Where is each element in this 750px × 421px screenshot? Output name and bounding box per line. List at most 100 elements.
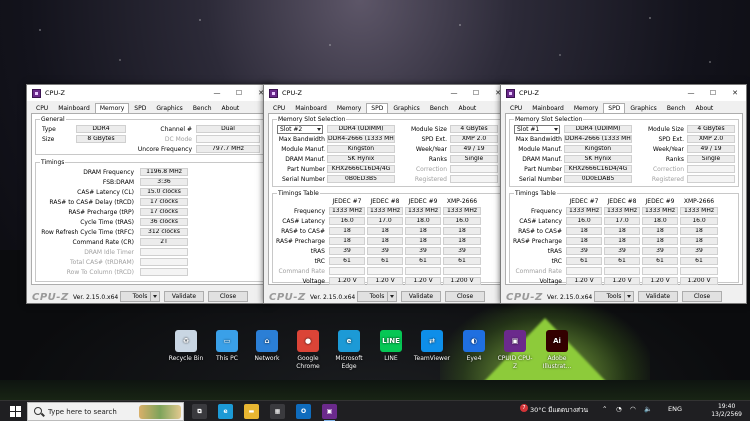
desktop-icon-label: Adobe Illustrat...	[542, 355, 572, 370]
desktop-icon-network[interactable]: ⌂ Network	[248, 330, 286, 363]
desktop-icon-edge[interactable]: e Microsoft Edge	[330, 330, 368, 371]
cell: 39	[405, 247, 441, 255]
cell: 39	[680, 247, 718, 255]
maximize-button[interactable]: ☐	[702, 85, 724, 101]
tab-mainboard[interactable]: Mainboard	[290, 103, 332, 113]
tab-bench[interactable]: Bench	[425, 103, 454, 113]
desktop-icon-illustrator[interactable]: Ai Adobe Illustrat...	[538, 330, 576, 371]
tab-mainboard[interactable]: Mainboard	[527, 103, 569, 113]
volume-icon[interactable]: 🔈	[644, 405, 652, 413]
cpuz-app-icon	[506, 88, 515, 98]
task-view-icon[interactable]: ⧉	[192, 404, 207, 419]
desktop-icon-recycle-bin[interactable]: ♻ Recycle Bin	[167, 330, 205, 363]
tab-graphics[interactable]: Graphics	[625, 103, 662, 113]
wifi-icon[interactable]: ◠	[630, 405, 636, 413]
minimize-button[interactable]: —	[680, 85, 702, 101]
tab-spd[interactable]: SPD	[603, 103, 626, 113]
desktop-icon-cpuz[interactable]: ▣ CPUID CPU-Z	[496, 330, 534, 371]
tab-cpu[interactable]: CPU	[31, 103, 53, 113]
tools-label: Tools	[369, 293, 385, 300]
cell	[443, 267, 481, 275]
timing-label: DRAM Idle Timer	[84, 249, 134, 256]
timing-value	[140, 248, 188, 256]
slot-value: 0B0ED3B5	[327, 175, 395, 183]
tab-bench[interactable]: Bench	[188, 103, 217, 113]
title-bar[interactable]: CPU-Z — ☐ ✕	[501, 85, 746, 101]
slot-select[interactable]: Slot #2	[277, 125, 323, 134]
notification-chevron-icon[interactable]: ⌃	[602, 405, 607, 413]
tab-memory[interactable]: Memory	[332, 103, 366, 113]
tab-bench[interactable]: Bench	[662, 103, 691, 113]
desktop-icon-teamviewer[interactable]: ⇄ TeamViewer	[413, 330, 451, 363]
weather-text[interactable]: 30°C มีแดดบางส่วน	[530, 405, 588, 415]
cell: 61	[443, 257, 481, 265]
cpuz-window-spd-slot2[interactable]: CPU-Z — ☐ ✕ CPU Mainboard Memory SPD Gra…	[263, 84, 510, 304]
search-highlight-image	[139, 405, 181, 419]
tab-graphics[interactable]: Graphics	[388, 103, 425, 113]
edge-taskbar-icon[interactable]: e	[218, 404, 233, 419]
chevron-down-icon	[624, 292, 633, 301]
store-icon[interactable]: ▦	[270, 404, 285, 419]
desktop-icon-eye4[interactable]: ◐ Eye4	[455, 330, 493, 363]
version-text: Ver. 2.15.0.x64	[547, 294, 593, 301]
cpuz-window-spd-slot1[interactable]: CPU-Z — ☐ ✕ CPU Mainboard Memory SPD Gra…	[500, 84, 747, 304]
slot-label: Max Bandwidth	[515, 136, 562, 143]
desktop-icon-line[interactable]: LINE LINE	[372, 330, 410, 363]
language-indicator[interactable]: ENG	[668, 405, 682, 413]
desktop-icon-computer[interactable]: ▭ This PC	[208, 330, 246, 363]
minimize-button[interactable]: —	[206, 85, 228, 101]
cpuz-taskbar-icon[interactable]: ▣	[322, 404, 337, 419]
tools-button[interactable]: Tools	[357, 291, 397, 302]
clock-date: 13/2/2569	[711, 411, 742, 418]
cell: 1.20 V	[604, 277, 640, 285]
taskbar-clock[interactable]: 19:40 13/2/2569	[711, 403, 742, 419]
cpuz-window-memory[interactable]: CPU-Z — ☐ ✕ CPU Mainboard Memory SPD Gra…	[26, 84, 273, 304]
tab-spd[interactable]: SPD	[366, 103, 389, 113]
title-bar[interactable]: CPU-Z — ☐ ✕	[27, 85, 272, 101]
close-button[interactable]: Close	[445, 291, 485, 302]
tab-memory[interactable]: Memory	[569, 103, 603, 113]
outlook-icon[interactable]: O	[296, 404, 311, 419]
tab-about[interactable]: About	[691, 103, 719, 113]
file-explorer-icon[interactable]: ▬	[244, 404, 259, 419]
maximize-button[interactable]: ☐	[465, 85, 487, 101]
tab-mainboard[interactable]: Mainboard	[53, 103, 95, 113]
tab-about[interactable]: About	[454, 103, 482, 113]
tab-graphics[interactable]: Graphics	[151, 103, 188, 113]
close-button[interactable]: Close	[208, 291, 248, 302]
close-button[interactable]: Close	[682, 291, 722, 302]
tools-button[interactable]: Tools	[120, 291, 160, 302]
desktop-icon-chrome[interactable]: ● Google Chrome	[289, 330, 327, 371]
cell: 1333 MHz	[680, 207, 718, 215]
tools-button[interactable]: Tools	[594, 291, 634, 302]
start-button[interactable]	[10, 406, 21, 417]
row-label: Frequency	[294, 208, 325, 215]
close-window-button[interactable]: ✕	[724, 85, 746, 101]
slot-label: Serial Number	[519, 176, 562, 183]
cell: 1333 MHz	[329, 207, 365, 215]
validate-button[interactable]: Validate	[638, 291, 678, 302]
slot-select[interactable]: Slot #1	[514, 125, 560, 134]
validate-button[interactable]: Validate	[164, 291, 204, 302]
size-label: Size	[42, 136, 55, 143]
tab-about[interactable]: About	[217, 103, 245, 113]
window-title: CPU-Z	[45, 89, 66, 97]
validate-button[interactable]: Validate	[401, 291, 441, 302]
tab-cpu[interactable]: CPU	[505, 103, 527, 113]
cell: 18	[443, 227, 481, 235]
tab-spd[interactable]: SPD	[129, 103, 151, 113]
slot-label: SPD Ext.	[421, 136, 447, 143]
minimize-button[interactable]: —	[443, 85, 465, 101]
window-footer: CPU-Z Ver. 2.15.0.x64 Tools Validate Clo…	[264, 290, 511, 304]
timing-value: 3:36	[140, 178, 188, 186]
slot-label: Serial Number	[282, 176, 325, 183]
taskbar-search-box[interactable]: Type here to search	[27, 402, 184, 421]
network-tray-icon[interactable]: ◔	[616, 405, 622, 413]
timing-label: Cycle Time (tRAS)	[80, 219, 134, 226]
cell: 16.0	[329, 217, 365, 225]
tab-memory[interactable]: Memory	[94, 103, 130, 113]
slot-value: Single	[450, 155, 498, 163]
title-bar[interactable]: CPU-Z — ☐ ✕	[264, 85, 509, 101]
tab-cpu[interactable]: CPU	[268, 103, 290, 113]
maximize-button[interactable]: ☐	[228, 85, 250, 101]
